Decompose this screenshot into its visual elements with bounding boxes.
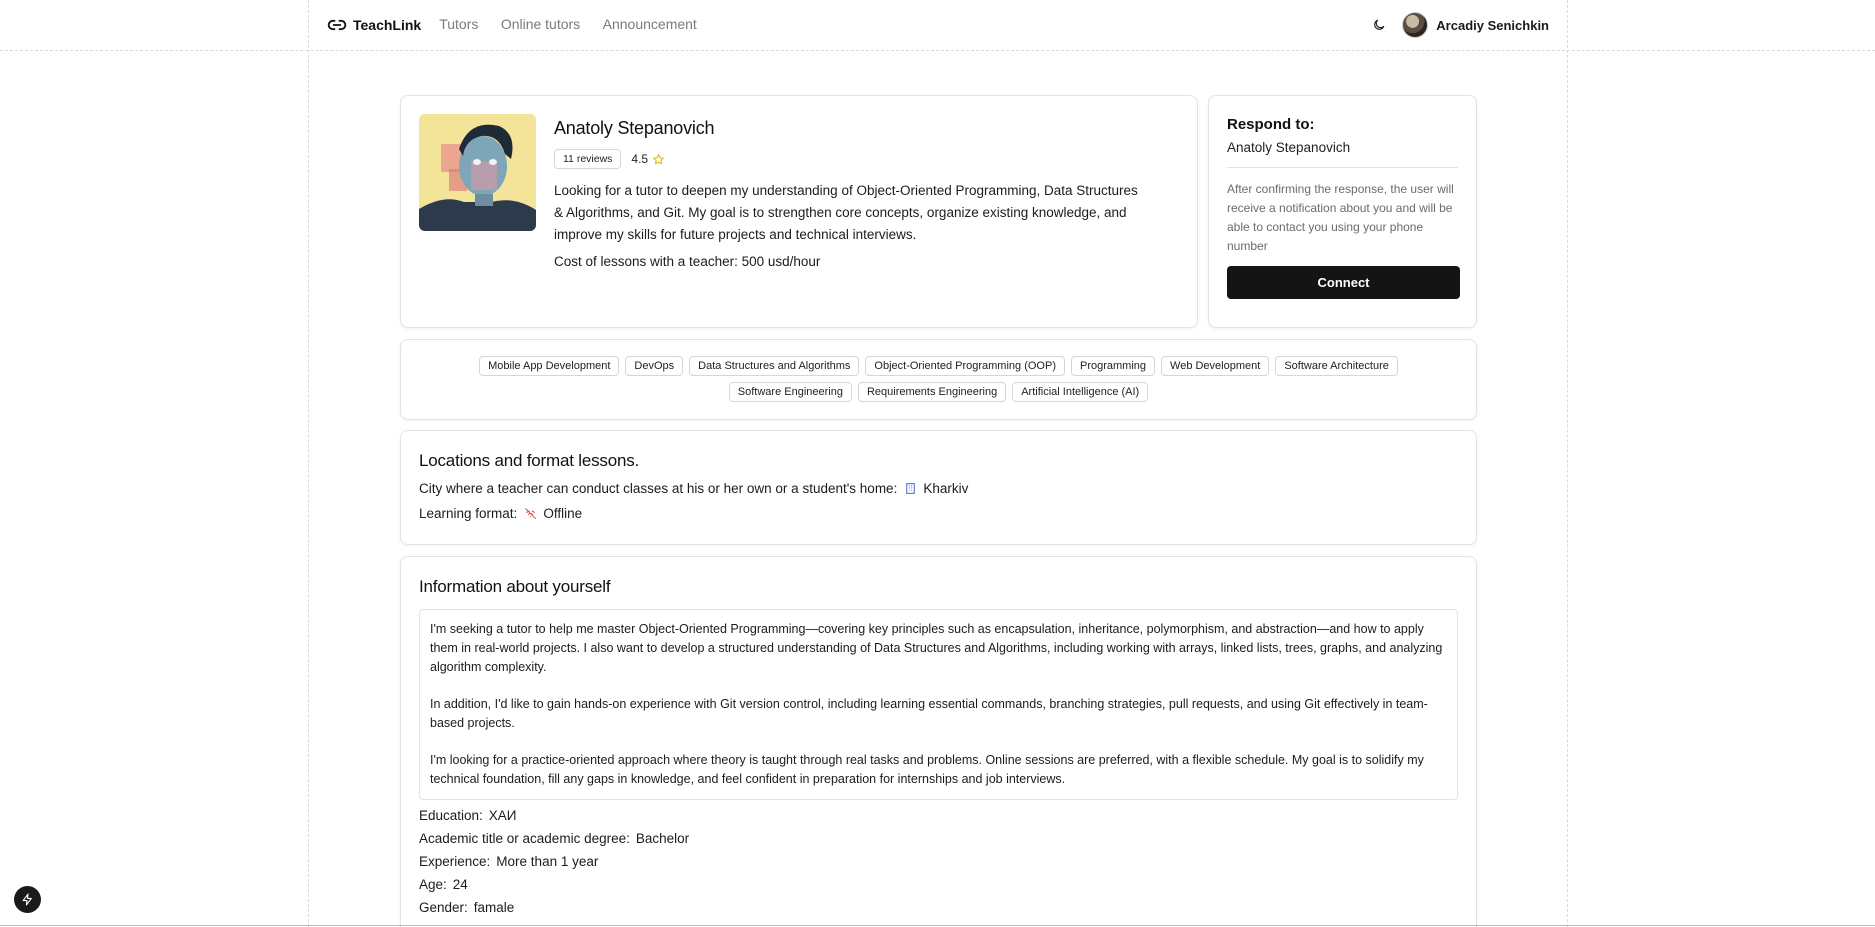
detail-value: 24 — [452, 877, 468, 892]
lightning-icon[interactable] — [14, 886, 41, 913]
rating-value-wrap: 4.5 — [631, 152, 665, 166]
profile-body: Anatoly Stepanovich 11 reviews 4.5 Looki… — [554, 118, 1154, 269]
detail-gender: Gender: famale — [419, 900, 1458, 915]
detail-degree: Academic title or academic degree: Bachel… — [419, 831, 1458, 846]
nav-online-tutors[interactable]: Online tutors — [501, 16, 580, 32]
detail-label: Gender: — [419, 900, 468, 915]
lesson-cost: Cost of lessons with a teacher: 500 usd/… — [554, 254, 821, 269]
viewport-bottom-edge — [0, 925, 1875, 926]
profile-card: Anatoly Stepanovich 11 reviews 4.5 Looki… — [400, 95, 1198, 328]
format-row: Learning format: Offline — [419, 506, 1458, 521]
wifi-off-icon — [523, 507, 537, 521]
respond-card: Respond to: Anatoly Stepanovich After co… — [1208, 95, 1477, 328]
detail-label: Age: — [419, 877, 447, 892]
main-nav: Tutors Online tutors Announcement — [439, 16, 715, 34]
nav-announcement[interactable]: Announcement — [603, 16, 697, 32]
link-icon — [327, 19, 347, 31]
detail-value: Bachelor — [635, 831, 690, 846]
brand-name: TeachLink — [353, 17, 422, 33]
building-icon — [903, 482, 917, 496]
about-paragraph: I'm seeking a tutor to help me master Ob… — [430, 622, 1443, 674]
detail-value: More than 1 year — [496, 854, 599, 869]
frame-guide-right — [1567, 0, 1568, 927]
star-icon — [653, 153, 665, 164]
user-menu[interactable]: Arcadiy Senichkin — [1402, 12, 1549, 38]
tag-requirements-engineering[interactable]: Requirements Engineering — [857, 382, 1007, 402]
tag-artificial-intelligence[interactable]: Artificial Intelligence (AI) — [1012, 382, 1149, 402]
detail-value: famale — [473, 900, 515, 915]
locations-card: Locations and format lessons. City where… — [400, 430, 1477, 545]
detail-label: Education: — [419, 808, 483, 823]
about-paragraph: I'm looking for a practice-oriented appr… — [430, 753, 1424, 786]
tag-data-structures[interactable]: Data Structures and Algorithms — [689, 356, 860, 376]
detail-education: Education: ХАИ — [419, 808, 1458, 823]
format-label: Learning format: — [419, 506, 518, 521]
avatar — [1402, 12, 1429, 38]
respond-name: Anatoly Stepanovich — [1227, 140, 1458, 168]
user-name: Arcadiy Senichkin — [1436, 17, 1549, 33]
brand-logo[interactable]: TeachLink — [327, 15, 421, 35]
tag-oop[interactable]: Object-Oriented Programming (OOP) — [865, 356, 1065, 376]
connect-button[interactable]: Connect — [1227, 266, 1460, 299]
reviews-badge[interactable]: 11 reviews — [554, 149, 622, 169]
detail-label: Experience: — [419, 854, 491, 869]
frame-guide-left — [308, 0, 309, 927]
about-paragraph: In addition, I'd like to gain hands-on e… — [430, 697, 1428, 730]
nav-tutors[interactable]: Tutors — [439, 16, 478, 32]
tag-web-development[interactable]: Web Development — [1161, 356, 1270, 376]
header-actions: Arcadiy Senichkin — [1370, 12, 1549, 38]
city-row: City where a teacher can conduct classes… — [419, 481, 1458, 496]
tag-software-architecture[interactable]: Software Architecture — [1275, 356, 1398, 376]
tag-software-engineering[interactable]: Software Engineering — [728, 382, 852, 402]
about-card: Information about yourself I'm seeking a… — [400, 556, 1477, 927]
tag-programming[interactable]: Programming — [1070, 356, 1156, 376]
about-text-box: I'm seeking a tutor to help me master Ob… — [419, 609, 1458, 800]
rating-row: 11 reviews 4.5 — [554, 149, 1154, 169]
subjects-card: Mobile App Development DevOps Data Struc… — [400, 339, 1477, 420]
tag-devops[interactable]: DevOps — [625, 356, 684, 376]
profile-avatar — [419, 114, 536, 231]
header-divider — [0, 50, 1875, 51]
about-title: Information about yourself — [419, 577, 611, 596]
profile-name: Anatoly Stepanovich — [554, 118, 715, 138]
city-value: Kharkiv — [923, 481, 969, 496]
profile-description: Looking for a tutor to deepen my underst… — [554, 183, 1138, 242]
detail-experience: Experience: More than 1 year — [419, 854, 1458, 869]
detail-label: Academic title or academic degree: — [419, 831, 630, 846]
detail-age: Age: 24 — [419, 877, 1458, 892]
detail-value: ХАИ — [488, 808, 517, 823]
subject-tags: Mobile App Development DevOps Data Struc… — [461, 356, 1416, 402]
city-label: City where a teacher can conduct classes… — [419, 481, 898, 496]
rating-value: 4.5 — [631, 152, 649, 166]
format-value: Offline — [543, 506, 583, 521]
tag-mobile-app-development[interactable]: Mobile App Development — [479, 356, 620, 376]
locations-title: Locations and format lessons. — [419, 451, 640, 470]
respond-note: After confirming the response, the user … — [1227, 182, 1454, 253]
moon-icon[interactable] — [1370, 16, 1388, 34]
respond-title: Respond to: — [1227, 116, 1315, 133]
top-header: TeachLink Tutors Online tutors Announcem… — [309, 0, 1567, 50]
